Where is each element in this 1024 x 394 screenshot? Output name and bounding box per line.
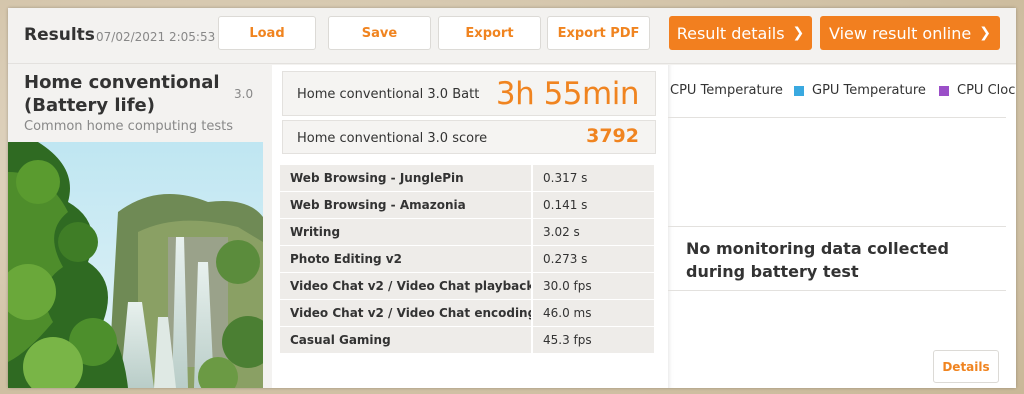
legend-label: CPU Clock Frequency <box>957 83 1016 98</box>
details-button[interactable]: Details <box>933 350 999 383</box>
result-value: 0.141 s <box>543 198 588 212</box>
result-name: Casual Gaming <box>280 327 533 353</box>
legend-label: GPU Temperature <box>812 83 926 98</box>
results-header: Results 07/02/2021 2:05:53 Load Save Exp… <box>8 8 1016 64</box>
result-name: Web Browsing - JunglePin <box>280 165 533 191</box>
export-button[interactable]: Export <box>438 16 541 50</box>
results-title: Results <box>24 25 95 45</box>
export-pdf-button[interactable]: Export PDF <box>547 16 650 50</box>
divider <box>668 117 1006 118</box>
result-value: 46.0 ms <box>543 306 592 320</box>
table-row: Writing 3.02 s <box>280 219 654 246</box>
result-name: Writing <box>280 219 533 245</box>
load-button[interactable]: Load <box>218 16 316 50</box>
waterfall-hero-image <box>8 142 263 388</box>
monitoring-panel: CPU Temperature GPU Temperature CPU Cloc… <box>668 65 1016 388</box>
table-row: Video Chat v2 / Video Chat playback 1 v2… <box>280 273 654 300</box>
main-score-box: Home conventional 3.0 Battery life 3h 55… <box>282 71 656 116</box>
result-value: 3.02 s <box>543 225 580 239</box>
legend-swatch <box>939 85 949 96</box>
result-name: Web Browsing - Amazonia <box>280 192 533 218</box>
test-info-panel: Home conventional (Battery life) 3.0 Com… <box>8 65 263 388</box>
result-timestamp: 07/02/2021 2:05:53 <box>96 30 216 44</box>
table-row: Photo Editing v2 0.273 s <box>280 246 654 273</box>
table-row: Web Browsing - Amazonia 0.141 s <box>280 192 654 219</box>
main-score-label: Home conventional 3.0 Battery life <box>297 87 479 102</box>
divider <box>668 226 1006 227</box>
save-button[interactable]: Save <box>328 16 431 50</box>
legend-item-cpu-temperature[interactable]: CPU Temperature <box>670 83 783 98</box>
test-version: 3.0 <box>234 87 254 101</box>
result-value: 0.317 s <box>543 171 588 185</box>
table-row: Video Chat v2 / Video Chat encoding v2 4… <box>280 300 654 327</box>
result-value: 45.3 fps <box>543 333 592 347</box>
overall-score-box: Home conventional 3.0 score 3792 <box>282 120 656 154</box>
test-subtitle: Common home computing tests <box>24 119 233 134</box>
result-name: Video Chat v2 / Video Chat encoding v2 <box>280 300 533 326</box>
no-monitoring-data-message: No monitoring data collected during batt… <box>686 239 949 281</box>
table-row: Casual Gaming 45.3 fps <box>280 327 654 354</box>
divider <box>668 290 1006 291</box>
legend-item-gpu-temperature[interactable]: GPU Temperature <box>794 83 926 98</box>
score-panel: Home conventional 3.0 Battery life 3h 55… <box>272 65 668 388</box>
legend-label: CPU Temperature <box>670 83 783 98</box>
chevron-right-icon: ❯ <box>792 25 805 41</box>
result-value: 30.0 fps <box>543 279 592 293</box>
overall-score-value: 3792 <box>586 125 639 147</box>
view-result-online-button[interactable]: View result online ❯ <box>820 16 1000 50</box>
result-details-label: Result details <box>676 23 785 43</box>
test-name: Home conventional (Battery life) <box>24 72 220 116</box>
main-score-value: 3h 55min <box>495 76 640 112</box>
result-name: Video Chat v2 / Video Chat playback 1 v2 <box>280 273 533 299</box>
legend-swatch <box>794 85 804 96</box>
legend-item-cpu-clock-frequency[interactable]: CPU Clock Frequency <box>939 83 1016 98</box>
waterfall-illustration <box>8 142 263 388</box>
results-card: Results 07/02/2021 2:05:53 Load Save Exp… <box>8 8 1016 388</box>
overall-score-label: Home conventional 3.0 score <box>297 131 488 146</box>
result-table: Web Browsing - JunglePin 0.317 s Web Bro… <box>280 165 654 354</box>
view-result-online-label: View result online <box>829 23 972 43</box>
result-details-button[interactable]: Result details ❯ <box>669 16 812 50</box>
result-name: Photo Editing v2 <box>280 246 533 272</box>
chevron-right-icon: ❯ <box>979 25 991 41</box>
table-row: Web Browsing - JunglePin 0.317 s <box>280 165 654 192</box>
result-value: 0.273 s <box>543 252 588 266</box>
monitoring-legend: CPU Temperature GPU Temperature CPU Cloc… <box>668 79 1016 103</box>
